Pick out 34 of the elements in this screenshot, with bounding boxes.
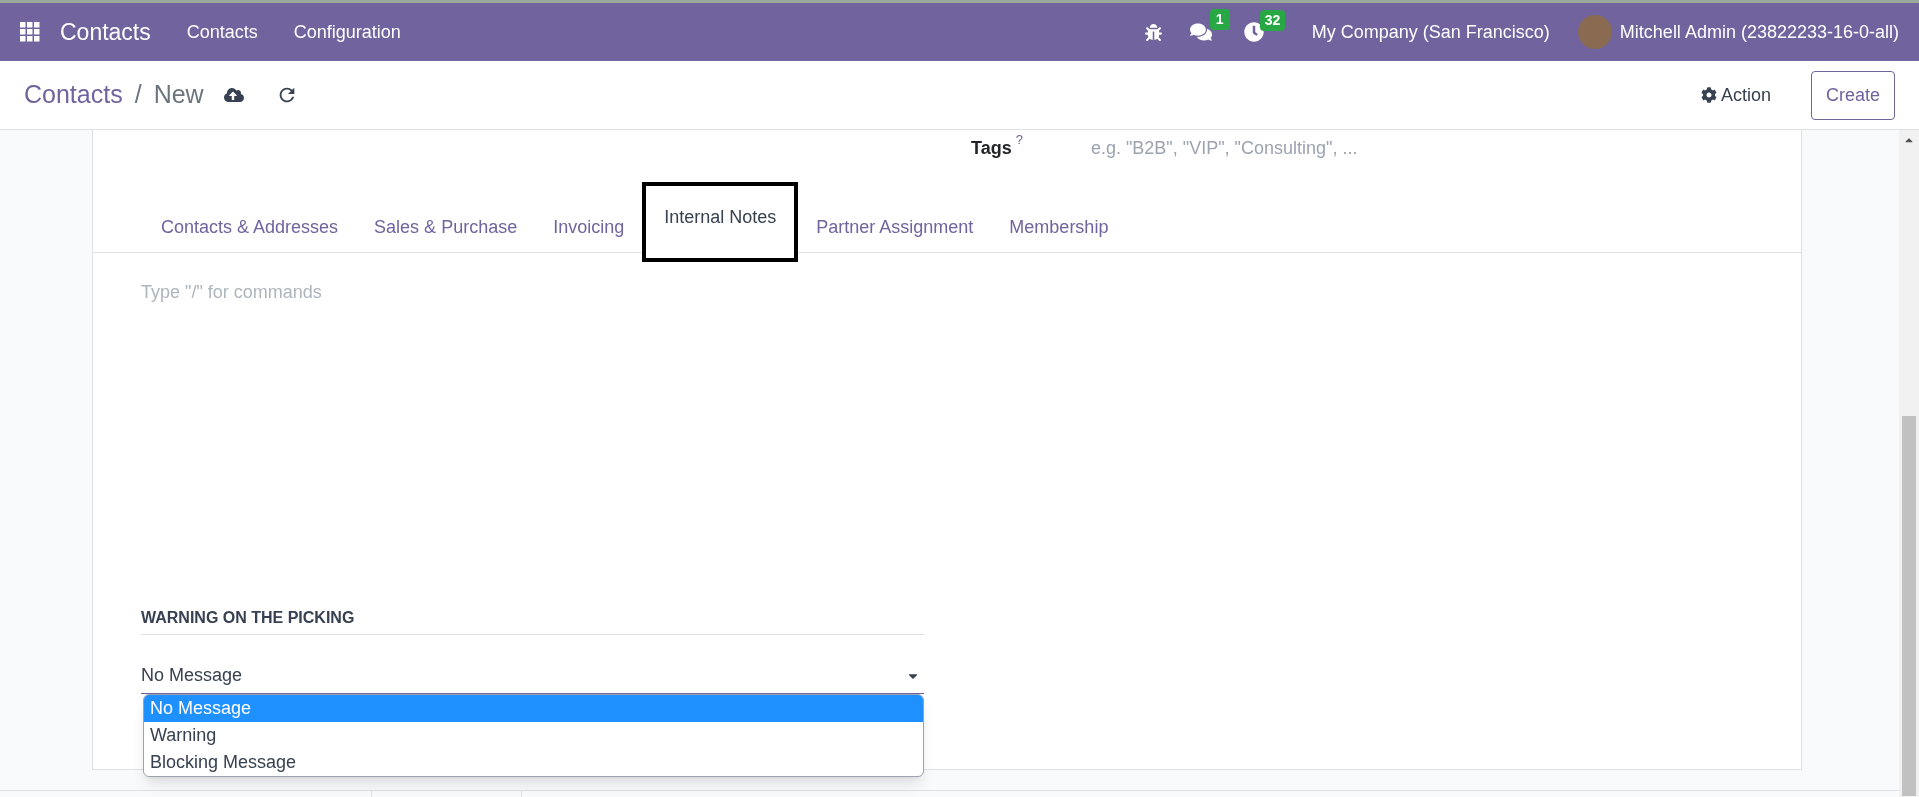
section-title: WARNING ON THE PICKING: [141, 606, 924, 635]
tags-field[interactable]: e.g. "B2B", "VIP", "Consulting", ...: [1090, 135, 1691, 162]
menu-item[interactable]: Contacts: [186, 18, 258, 46]
action-button[interactable]: Action: [1700, 81, 1771, 109]
dropdown-option[interactable]: Blocking Message: [144, 749, 923, 776]
menu-item[interactable]: Configuration: [293, 18, 401, 46]
notes-editor[interactable]: Type "/" for commands: [141, 279, 1741, 306]
clock-icon[interactable]: [1243, 22, 1264, 42]
cloud-upload-icon[interactable]: [223, 85, 244, 105]
breadcrumb-separator: /: [134, 79, 142, 111]
tab[interactable]: Partner Assignment: [798, 202, 992, 252]
apps-grid-icon[interactable]: [20, 22, 40, 42]
chat-icon[interactable]: [1189, 21, 1212, 43]
gear-icon: [1700, 87, 1717, 103]
tab[interactable]: Invoicing: [535, 202, 643, 252]
avatar-icon: [1577, 15, 1612, 49]
dropdown-option[interactable]: Warning: [144, 722, 923, 749]
company-switcher[interactable]: My Company (San Francisco): [1311, 18, 1550, 46]
dropdown-option[interactable]: No Message: [144, 695, 923, 722]
field-label: Tags: [971, 137, 1012, 160]
scrollbar[interactable]: [1899, 130, 1919, 797]
help-mark[interactable]: ?: [1015, 133, 1023, 147]
breadcrumb-link[interactable]: Contacts: [24, 76, 123, 114]
breadcrumb-current: New: [153, 79, 204, 111]
tab[interactable]: Sales & Purchase: [356, 202, 536, 252]
user-menu[interactable]: Mitchell Admin (23822233-16-0-all): [1619, 18, 1899, 46]
tab[interactable]: Membership: [991, 202, 1127, 252]
tab[interactable]: Contacts & Addresses: [143, 202, 357, 252]
create-button[interactable]: Create: [1810, 70, 1895, 120]
activity-count-badge: 32: [1259, 10, 1286, 31]
tab[interactable]: Internal Notes: [642, 182, 799, 262]
app-title[interactable]: Contacts: [60, 14, 151, 50]
message-count-badge: 1: [1209, 9, 1230, 30]
bug-icon[interactable]: [1144, 23, 1162, 41]
